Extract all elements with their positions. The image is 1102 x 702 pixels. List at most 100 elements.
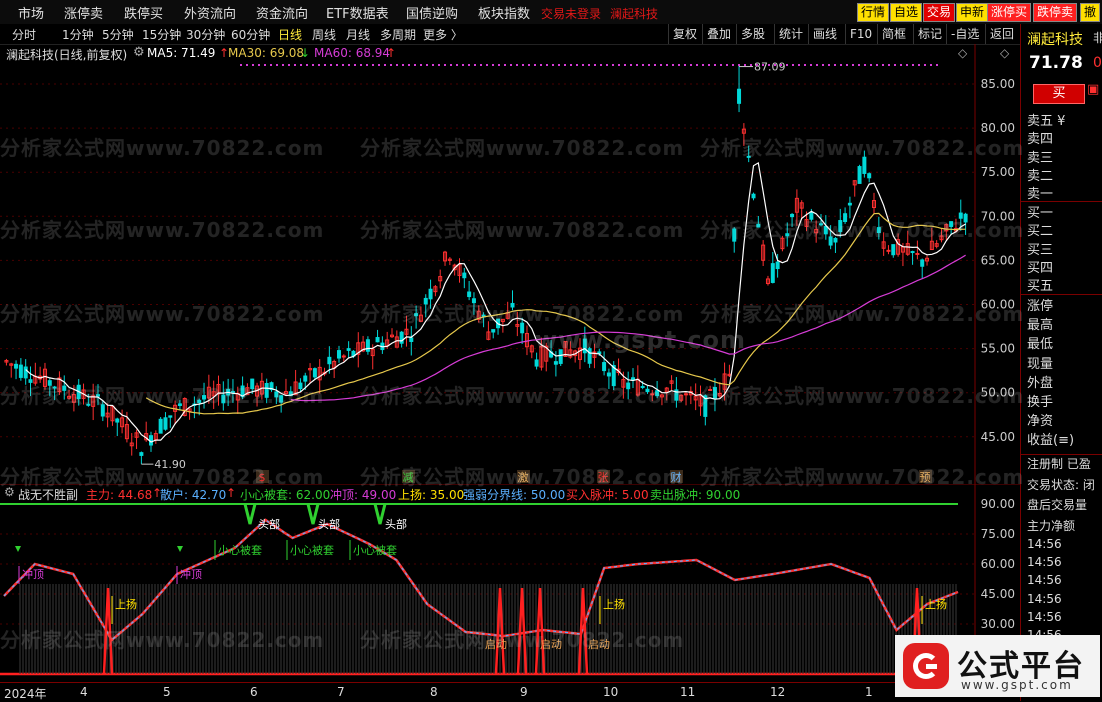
period-tab-1[interactable]: 1分钟	[62, 26, 94, 43]
menu-item-4[interactable]: 资金流向	[256, 3, 308, 22]
period-tab-4[interactable]: 30分钟	[186, 26, 225, 43]
signal-dot	[660, 64, 662, 66]
candlestick-chart[interactable]: 85.00 80.00 75.00 70.00 65.00 60.00 55.00 50.00…	[0, 44, 1020, 484]
ma-arrow-2: ↑	[386, 46, 397, 60]
signal-dot	[684, 64, 686, 66]
settings-icon[interactable]: ⚙	[133, 45, 145, 60]
candle-body	[891, 244, 896, 256]
chart-close-icon[interactable]: ◇	[1000, 46, 1009, 60]
sell-level-1: 卖四	[1027, 132, 1054, 148]
info-item-3[interactable]: 主力净额	[1027, 517, 1075, 534]
signal-dot	[930, 64, 932, 66]
period-tab-6[interactable]: 日线	[278, 26, 302, 43]
menu-item-3[interactable]: 外资流向	[184, 3, 236, 22]
careful-label: 小心被套	[218, 544, 262, 557]
period-tab-9[interactable]: 多周期	[380, 26, 416, 43]
quote-stat-3: 现量	[1027, 356, 1054, 372]
menu-item-7[interactable]: 板块指数	[478, 3, 530, 22]
menu-item-5[interactable]: ETF数据表	[326, 3, 389, 22]
shangyang-label: 上扬	[603, 597, 625, 611]
info-item-1[interactable]: 交易状态: 闭	[1027, 476, 1095, 493]
signal-dot	[714, 64, 716, 66]
toolbar-button-7[interactable]: 标记	[913, 24, 946, 44]
period-tab-2[interactable]: 5分钟	[102, 26, 134, 43]
signal-dot	[666, 64, 668, 66]
menu-item-6[interactable]: 国债逆购	[406, 3, 458, 22]
quick-button-4[interactable]: 涨停买	[987, 3, 1032, 22]
period-tab-0[interactable]: 分时	[12, 26, 36, 43]
watermark-text: 分析家公式网www.70822.com	[0, 384, 325, 408]
price-tick: 45.00	[981, 430, 1015, 444]
menu-item-1[interactable]: 涨停卖	[64, 3, 103, 22]
period-tab-7[interactable]: 周线	[312, 26, 336, 43]
price-tick: 55.00	[981, 342, 1015, 356]
period-tab-10[interactable]: 更多 〉	[423, 26, 463, 43]
toolbar-button-6[interactable]: 简框	[877, 24, 910, 44]
signal-dot	[672, 64, 674, 66]
ma-legend-2: MA60: 68.94	[314, 46, 391, 60]
signal-dot	[726, 64, 728, 66]
signal-dot	[246, 64, 248, 66]
quick-button-1[interactable]: 自选	[890, 3, 923, 22]
quick-button-6[interactable]: 撤	[1080, 3, 1101, 22]
tick-time-0: 14:56	[1027, 537, 1062, 551]
quick-button-2[interactable]: 交易	[923, 3, 956, 22]
candle-body	[920, 259, 925, 267]
signal-dot	[384, 64, 386, 66]
candle-body	[857, 166, 862, 184]
shangyang-label: 上扬	[115, 597, 137, 611]
candle-body	[915, 252, 920, 255]
signal-dot	[828, 64, 830, 66]
price-tick: 65.00	[981, 253, 1015, 267]
toolbar-button-3[interactable]: 统计	[774, 24, 807, 44]
info-item-0[interactable]: 注册制 已盈	[1027, 455, 1091, 472]
toolbar-button-8[interactable]: -自选	[946, 24, 983, 44]
signal-dot	[444, 64, 446, 66]
signal-dot	[348, 64, 350, 66]
period-tab-3[interactable]: 15分钟	[142, 26, 181, 43]
toolbar-button-2[interactable]: 多股	[736, 24, 769, 44]
signal-dot	[264, 64, 266, 66]
signal-dot	[318, 64, 320, 66]
price-tick: 75.00	[981, 165, 1015, 179]
signal-dot	[414, 64, 416, 66]
chart-diamond-icon[interactable]: ◇	[958, 46, 967, 60]
signal-dot	[732, 64, 734, 66]
order-toggle-icon[interactable]: ▣	[1087, 82, 1099, 97]
signal-dot	[390, 64, 392, 66]
signal-dot	[864, 64, 866, 66]
watermark-text: 分析家公式网www.70822.com	[360, 384, 685, 408]
info-item-2[interactable]: 盘后交易量	[1027, 496, 1087, 513]
quick-button-0[interactable]: 行情	[857, 3, 890, 22]
signal-dot	[618, 64, 620, 66]
menu-item-2[interactable]: 跌停买	[124, 3, 163, 22]
toolbar-button-0[interactable]: 复权	[668, 24, 701, 44]
quick-button-5[interactable]: 跌停卖	[1033, 3, 1078, 22]
period-tab-8[interactable]: 月线	[346, 26, 370, 43]
toolbar-button-5[interactable]: F10	[845, 24, 876, 44]
toolbar-button-9[interactable]: 返回	[985, 24, 1018, 44]
signal-dot	[882, 64, 884, 66]
quote-stat-0: 涨停	[1027, 299, 1054, 314]
candle-body	[867, 173, 872, 179]
watermark-text: 分析家公式网www.70822.com	[0, 302, 325, 326]
candle-body	[399, 331, 404, 344]
watermark-text: 分析家公式网www.70822.com	[360, 465, 685, 489]
period-tab-5[interactable]: 60分钟	[231, 26, 270, 43]
status-text-0: 交易未登录	[541, 7, 602, 21]
signal-dot	[282, 64, 284, 66]
quote-stat-5: 换手	[1027, 395, 1054, 410]
quick-button-3[interactable]: 申新	[956, 3, 989, 22]
signal-dot	[372, 64, 374, 66]
toolbar-button-4[interactable]: 画线	[808, 24, 841, 44]
signal-dot	[738, 64, 740, 66]
date-label-8: 11	[680, 685, 696, 699]
signal-dot	[756, 64, 758, 66]
menu-item-0[interactable]: 市场	[18, 3, 44, 22]
candle-body	[751, 193, 756, 199]
candle-body	[737, 88, 742, 104]
top-label: 头部	[258, 517, 280, 531]
candle-body	[168, 415, 173, 418]
toolbar-button-1[interactable]: 叠加	[702, 24, 735, 44]
buy-button[interactable]: 买	[1033, 84, 1085, 104]
